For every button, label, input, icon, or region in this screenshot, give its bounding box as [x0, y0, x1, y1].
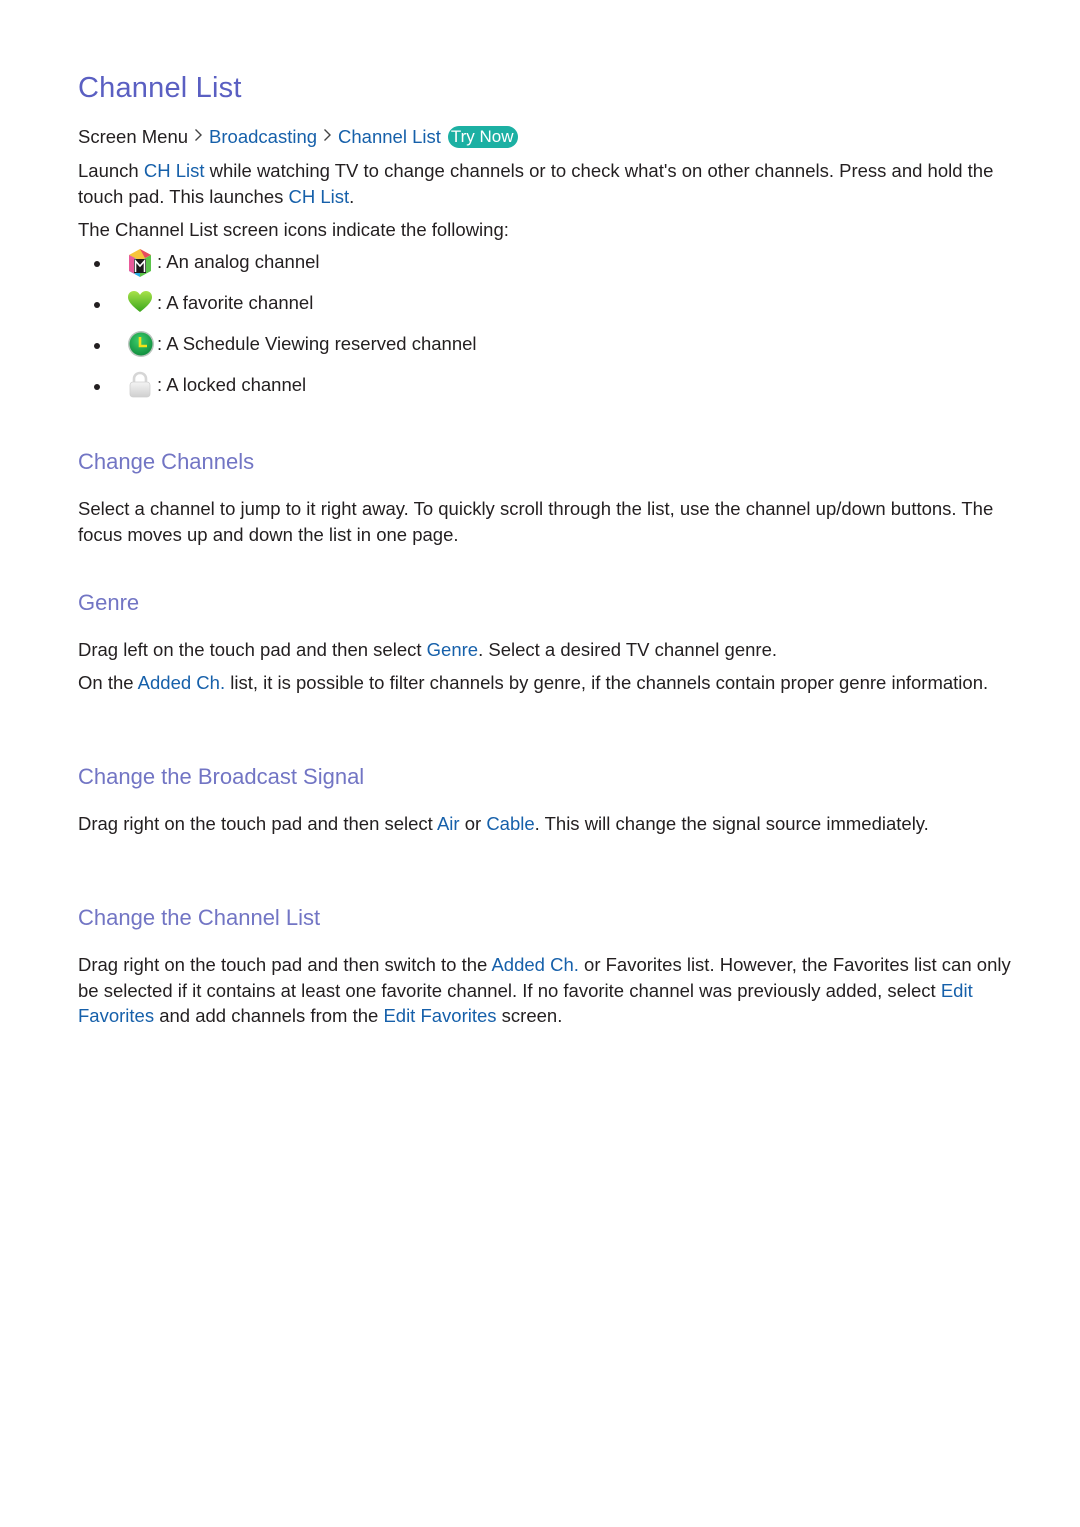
breadcrumb: Screen Menu Broadcasting Channel List Tr… [78, 126, 518, 148]
edit-favorites-link[interactable]: Edit Favorites [383, 1005, 496, 1026]
ch-list-link[interactable]: CH List [289, 186, 350, 207]
page-title: Channel List [78, 72, 242, 104]
text: Drag right on the touch pad and then sel… [78, 813, 437, 834]
text: or [459, 813, 487, 834]
legend-text: : A locked channel [157, 374, 307, 395]
text: screen. [496, 1005, 563, 1026]
text: list, it is possible to filter channels … [225, 672, 989, 693]
air-link[interactable]: Air [437, 813, 460, 834]
text: . Select a desired TV channel genre. [478, 639, 778, 660]
legend-text: : A favorite channel [157, 292, 314, 313]
bullet-dot [94, 384, 100, 390]
ch-list-link[interactable]: CH List [144, 160, 205, 181]
chevron-right-icon [194, 128, 203, 147]
legend-text: : An analog channel [157, 251, 320, 272]
analog-channel-icon [127, 248, 153, 277]
icons-intro: The Channel List screen icons indicate t… [78, 219, 509, 240]
legend-text: : A Schedule Viewing reserved channel [157, 333, 477, 354]
text: On the [78, 672, 138, 693]
broadcast-signal-paragraph: Drag right on the touch pad and then sel… [78, 811, 1018, 837]
section-heading-genre: Genre [78, 590, 140, 615]
text: Drag right on the touch pad and then swi… [78, 954, 492, 975]
added-ch-link[interactable]: Added Ch. [138, 672, 225, 693]
favorite-heart-icon [127, 289, 153, 317]
schedule-clock-icon [127, 330, 154, 358]
change-channels-text: Select a channel to jump to it right awa… [78, 498, 994, 545]
genre-link[interactable]: Genre [427, 639, 478, 660]
change-channel-list-paragraph: Drag right on the touch pad and then swi… [78, 952, 1018, 1029]
added-ch-link[interactable]: Added Ch. [491, 954, 578, 975]
bullet-dot [94, 343, 100, 349]
text: while watching TV to change channels or … [78, 160, 994, 207]
section-heading-broadcast-signal: Change the Broadcast Signal [78, 764, 365, 789]
chevron-right-icon [323, 128, 332, 147]
intro-paragraph: Launch CH List while watching TV to chan… [78, 158, 1018, 209]
genre-paragraph-2: On the Added Ch. list, it is possible to… [78, 670, 1018, 696]
genre-paragraph-1: Drag left on the touch pad and then sele… [78, 637, 1018, 663]
bullet-dot [94, 261, 100, 267]
text: Launch [78, 160, 144, 181]
breadcrumb-broadcasting[interactable]: Broadcasting [209, 126, 317, 148]
section-heading-change-channels: Change Channels [78, 449, 255, 474]
breadcrumb-screen-menu: Screen Menu [78, 126, 189, 147]
text: . [349, 185, 355, 207]
text: Drag left on the touch pad and then sele… [78, 639, 427, 660]
breadcrumb-channel-list[interactable]: Channel List [338, 126, 441, 148]
text: . This will change the signal source imm… [534, 813, 929, 834]
cable-link[interactable]: Cable [486, 813, 534, 834]
section-heading-change-channel-list: Change the Channel List [78, 905, 321, 930]
text: and add channels from the [154, 1005, 384, 1026]
try-now-button[interactable]: Try Now [447, 126, 518, 148]
lock-icon [127, 371, 153, 399]
bullet-dot [94, 302, 100, 308]
